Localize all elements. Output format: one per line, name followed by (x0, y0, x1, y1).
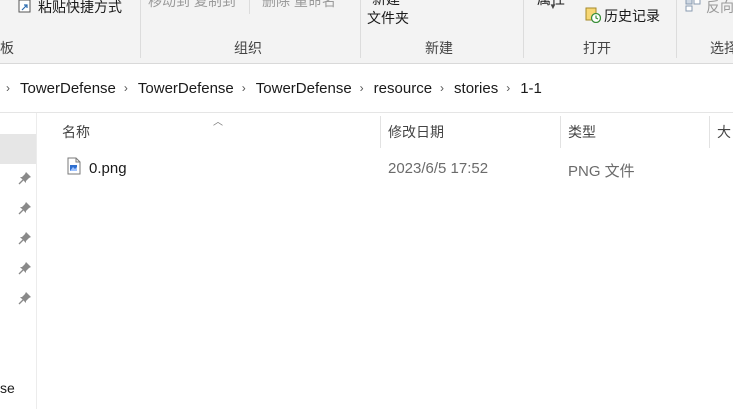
paste-shortcut-icon (18, 0, 31, 13)
column-separator[interactable] (380, 116, 381, 148)
breadcrumb-chevron-icon[interactable]: › (236, 81, 254, 95)
file-name[interactable]: 0.png (89, 160, 127, 177)
pin-icon[interactable] (18, 291, 32, 305)
breadcrumb-item[interactable]: stories (452, 80, 500, 97)
breadcrumb-item[interactable]: TowerDefense (18, 80, 118, 97)
new-folder-button[interactable]: 文件夹 (367, 8, 409, 28)
ribbon-separator (523, 0, 524, 58)
breadcrumb-item-current[interactable]: 1-1 (518, 80, 544, 97)
chevron-down-icon[interactable]: ▼ (549, 2, 557, 11)
paste-shortcut-button[interactable]: 粘贴快捷方式 (38, 0, 122, 17)
invert-selection-icon (685, 0, 701, 12)
ribbon-separator (360, 0, 361, 58)
pin-icon[interactable] (18, 261, 32, 275)
invert-selection-button[interactable]: 反向 (706, 0, 733, 17)
breadcrumb-chevron-icon[interactable]: › (434, 81, 452, 95)
delete-rename-button[interactable]: 删除 重命名 (262, 0, 336, 11)
file-row[interactable]: 0.png 2023/6/5 17:52 PNG 文件 (37, 154, 733, 182)
history-button[interactable]: 历史记录 (604, 6, 660, 26)
breadcrumb-item[interactable]: TowerDefense (254, 80, 354, 97)
column-header-type[interactable]: 类型 (568, 122, 596, 142)
nav-item-selected[interactable] (0, 134, 36, 164)
clipboard-group-label: 板 (0, 40, 14, 56)
breadcrumb-chevron-icon[interactable]: › (354, 81, 372, 95)
column-header-size[interactable]: 大 (717, 122, 731, 142)
move-copy-button[interactable]: 移动到 复制到 (148, 0, 236, 11)
organize-group-label: 组织 (234, 40, 262, 56)
sort-ascending-icon: ︿ (213, 117, 223, 128)
file-type: PNG 文件 (568, 163, 635, 180)
breadcrumb: › TowerDefense › TowerDefense › TowerDef… (0, 76, 544, 100)
pin-icon[interactable] (18, 231, 32, 245)
history-icon (585, 7, 601, 23)
open-group-label: 打开 (583, 40, 611, 56)
column-header-date-modified[interactable]: 修改日期 (388, 122, 444, 142)
file-date-modified: 2023/6/5 17:52 (388, 160, 489, 177)
ribbon-separator (140, 0, 141, 58)
select-group-label: 选择 (710, 40, 733, 56)
nav-item-label[interactable]: se (0, 380, 15, 396)
file-list: ︿ 名称 修改日期 类型 大 0.png 2023/6/5 17:52 PNG … (37, 113, 733, 409)
ribbon-separator (676, 0, 677, 58)
column-separator[interactable] (709, 116, 710, 148)
pin-icon[interactable] (18, 171, 32, 185)
column-header-name[interactable]: 名称 (62, 122, 90, 142)
breadcrumb-chevron-icon[interactable]: › (0, 81, 18, 95)
ribbon-separator (249, 0, 250, 14)
breadcrumb-item[interactable]: resource (372, 80, 434, 97)
png-file-icon (67, 157, 81, 175)
new-group-label: 新建 (425, 40, 453, 56)
breadcrumb-chevron-icon[interactable]: › (500, 81, 518, 95)
address-bar[interactable]: › TowerDefense › TowerDefense › TowerDef… (0, 64, 733, 113)
breadcrumb-chevron-icon[interactable]: › (118, 81, 136, 95)
breadcrumb-item[interactable]: TowerDefense (136, 80, 236, 97)
ribbon: 粘贴快捷方式 板 移动到 复制到 删除 重命名 组织 新建 文件夹 新建 属性 … (0, 0, 733, 64)
navigation-pane: se (0, 113, 37, 409)
column-separator[interactable] (560, 116, 561, 148)
pin-icon[interactable] (18, 201, 32, 215)
